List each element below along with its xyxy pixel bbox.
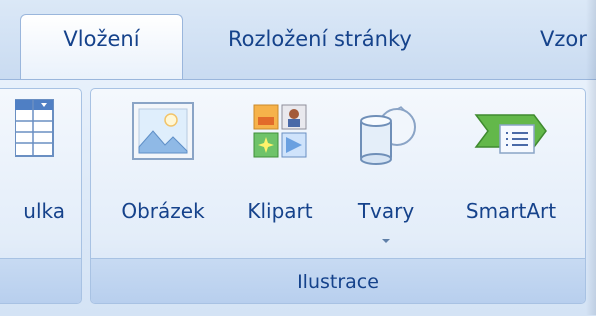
tab-rozlozeni-stranky-label: Rozložení stránky — [228, 27, 412, 51]
clipart-button[interactable]: Klipart — [229, 89, 331, 259]
smartart-button[interactable]: SmartArt — [443, 89, 579, 259]
smartart-button-label: SmartArt — [465, 199, 557, 223]
picture-button-label: Obrázek — [121, 199, 205, 223]
picture-icon — [131, 101, 195, 165]
shapes-button[interactable]: Tvary — [337, 89, 435, 259]
group-tables: ulka — [0, 88, 82, 304]
tab-vzor-label: Vzor — [540, 27, 587, 51]
tab-vlozeni-label: Vložení — [63, 27, 140, 51]
ribbon-tab-strip: Vložení Rozložení stránky Vzor — [0, 0, 596, 80]
shapes-icon — [353, 101, 419, 171]
shapes-button-label: Tvary — [357, 199, 415, 223]
group-illustrations-label: Ilustrace — [297, 271, 379, 293]
group-tables-label-bar — [0, 258, 81, 303]
tab-vlozeni[interactable]: Vložení — [20, 14, 183, 80]
clipart-button-label: Klipart — [247, 199, 313, 223]
table-button-label: ulka — [23, 199, 65, 223]
picture-button[interactable]: Obrázek — [99, 89, 227, 259]
window-edge-shadow — [586, 0, 596, 315]
tab-rozlozeni-stranky[interactable]: Rozložení stránky — [228, 27, 412, 51]
smartart-icon — [472, 101, 550, 165]
group-illustrations: Obrázek Klipart Tvary SmartArt Ilustrace — [90, 88, 586, 304]
ribbon-panel: ulka Obrázek Klipart Tvary SmartArt Ilus… — [0, 79, 596, 316]
table-button[interactable]: ulka — [0, 89, 81, 259]
tab-vzor[interactable]: Vzor — [540, 27, 587, 51]
table-icon — [14, 99, 55, 161]
dropdown-arrow-icon[interactable] — [382, 239, 390, 243]
clipart-icon — [250, 101, 310, 165]
group-illustrations-label-bar: Ilustrace — [91, 258, 585, 303]
